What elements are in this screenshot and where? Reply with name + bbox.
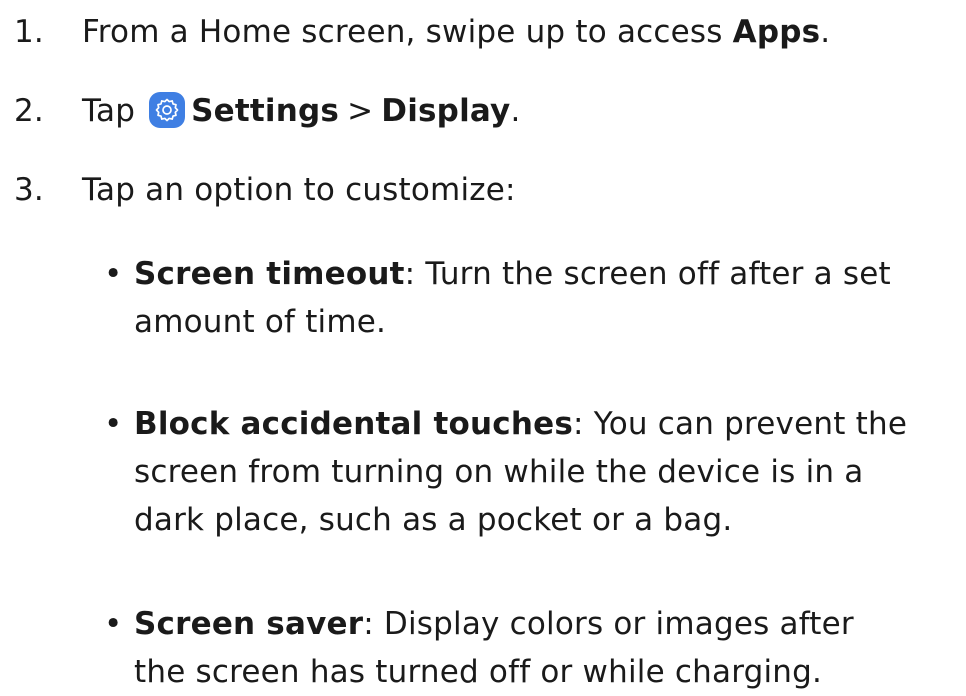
display-label: Display [381,93,511,129]
option-line: the screen has turned off or while charg… [134,654,823,690]
option-colon: : [363,606,374,642]
option-line: Screen timeout: Turn the screen off afte… [134,250,964,298]
settings-gear-icon [149,92,186,128]
option-line: Block accidental touches: You can preven… [134,400,964,448]
step-text-end: . [820,14,831,50]
option-line: dark place, such as a pocket or a bag. [134,502,733,538]
step-text-plain: Tap [82,93,146,129]
step-number: 2. [14,93,44,129]
option-title: Block accidental touches [134,406,573,442]
option-description: You can prevent the [593,406,908,442]
option-text: Screen saver: Display colors or images a… [134,600,964,696]
option-line: amount of time. [134,304,387,340]
step-text-plain: From a Home screen, swipe up to access [82,14,733,50]
option-colon: : [404,256,416,292]
option-title: Screen saver [134,606,364,642]
option-text: Screen timeout: Turn the screen off afte… [134,250,964,346]
breadcrumb-separator: > [347,93,374,129]
option-colon: : [572,406,584,442]
option-line: Screen saver: Display colors or images a… [134,600,964,648]
step-number: 3. [14,172,44,208]
option-title: Screen timeout [134,256,405,292]
option-text: Block accidental touches: You can preven… [134,400,964,544]
option-description: Turn the screen off after a set [425,256,891,292]
step-number: 1. [14,14,44,50]
bullet-dot: • [104,606,123,642]
bullet-dot: • [104,406,123,442]
option-line: screen from turning on while the device … [134,454,864,490]
step-text: Tap Settings > Display. [82,91,521,131]
step-text: Tap an option to customize: [82,172,516,208]
step-text-end: . [510,93,521,129]
settings-label: Settings [191,93,340,129]
option-description: Display colors or images after [383,606,854,642]
step-text: From a Home screen, swipe up to access A… [82,12,830,52]
bullet-dot: • [104,256,123,292]
instruction-document: 1. From a Home screen, swipe up to acces… [0,0,966,691]
apps-label: Apps [732,14,821,50]
